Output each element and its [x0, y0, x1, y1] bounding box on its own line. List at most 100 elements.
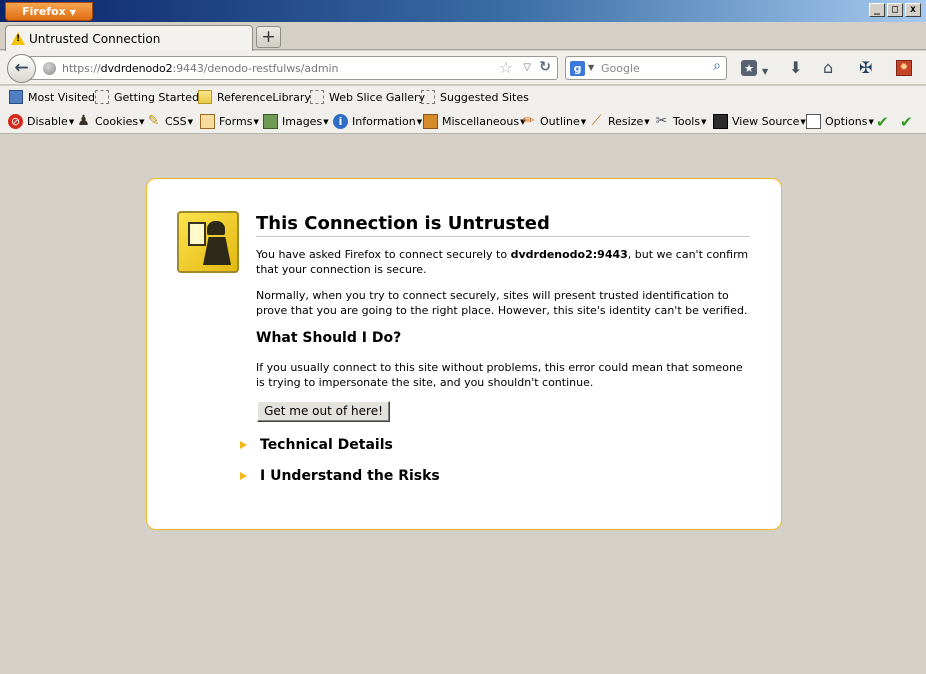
devtool-label: Disable [27, 115, 68, 128]
devtool-label: Cookies [95, 115, 139, 128]
tab-title: Untrusted Connection [29, 31, 161, 46]
devtool-forms[interactable]: Forms ▼ [200, 114, 259, 129]
id-card-shape [188, 222, 206, 246]
page-content: This Connection is Untrusted You have as… [0, 135, 926, 674]
chevron-down-icon: ▼ [139, 117, 145, 126]
view-source-icon [713, 114, 728, 129]
url-host: dvdrdenodo2 [100, 62, 173, 75]
officer-body-shape [203, 237, 231, 265]
devtool-tools[interactable]: ✂ Tools ▼ [654, 114, 707, 129]
devtool-label: Outline [540, 115, 580, 128]
get-me-out-button[interactable]: Get me out of here! [257, 401, 390, 422]
bookmark-icon [421, 90, 435, 104]
url-bar[interactable]: https://dvdrdenodo2:9443/denodo-restfulw… [30, 56, 558, 80]
tab-strip: Untrusted Connection + [0, 22, 926, 51]
firefox-menu-button[interactable]: Firefox ▼ [5, 2, 93, 21]
bookmark-label: Most Visited [28, 90, 95, 104]
devtool-view-source[interactable]: View Source ▼ [713, 114, 806, 129]
error-explanation: Normally, when you try to connect secure… [256, 289, 748, 317]
back-button[interactable]: ← [7, 54, 36, 83]
new-tab-button[interactable]: + [256, 26, 281, 48]
devtool-information[interactable]: i Information ▼ [333, 114, 422, 129]
error-description: You have asked Firefox to connect secure… [256, 247, 750, 277]
url-history-dropdown-icon[interactable]: ▽ [523, 62, 531, 73]
chevron-down-icon: ▼ [253, 117, 259, 126]
validation-check-icon[interactable]: ✔ [876, 113, 889, 131]
search-input[interactable]: Google [601, 62, 640, 75]
devtool-miscellaneous[interactable]: Miscellaneous ▼ [423, 114, 526, 129]
resize-icon: ⟋ [591, 113, 602, 129]
error-title: This Connection is Untrusted [256, 213, 750, 237]
bookmark-suggested-sites[interactable]: Suggested Sites [421, 90, 529, 104]
title-bar: Firefox ▼ _ □ x [0, 0, 926, 22]
options-icon [806, 114, 821, 129]
devtool-cookies[interactable]: ♟ Cookies ▼ [76, 114, 144, 129]
devtool-disable[interactable]: ⊘ Disable ▼ [8, 114, 74, 129]
devtool-css[interactable]: ✎ CSS ▼ [146, 114, 193, 129]
information-icon: i [333, 114, 348, 129]
devtool-label: Miscellaneous [442, 115, 520, 128]
close-button[interactable]: x [905, 3, 921, 17]
bookmark-label: Suggested Sites [440, 90, 529, 104]
disable-icon: ⊘ [8, 114, 23, 129]
devtool-resize[interactable]: ⟋ Resize ▼ [589, 114, 650, 129]
extension-icon[interactable]: ✠ [859, 59, 872, 77]
chevron-down-icon: ▼ [868, 117, 874, 126]
validation-check-icon[interactable]: ✔ [900, 113, 913, 131]
search-engine-dropdown-icon[interactable]: ▼ [588, 63, 594, 72]
search-bar[interactable]: g ▼ Google ⌕ [565, 56, 727, 80]
css-icon: ✎ [147, 113, 160, 129]
arrow-left-icon: ← [14, 58, 29, 78]
devtool-label: Forms [219, 115, 253, 128]
bookmark-reference-library[interactable]: ReferenceLibrary [198, 90, 311, 104]
google-icon[interactable]: g [570, 61, 585, 76]
expand-triangle-icon [240, 472, 247, 480]
maximize-button[interactable]: □ [887, 3, 903, 17]
bookmarks-menu-icon[interactable]: ★ [741, 60, 757, 76]
url-prefix: https:// [62, 62, 101, 75]
understand-risks-expander[interactable]: I Understand the Risks [240, 468, 440, 484]
chevron-down-icon[interactable]: ▼ [762, 63, 768, 81]
reload-icon[interactable]: ↻ [539, 59, 551, 75]
tab-untrusted-connection[interactable]: Untrusted Connection [5, 25, 253, 51]
outline-icon: ✏ [522, 113, 535, 129]
error-page-container: This Connection is Untrusted You have as… [146, 178, 782, 530]
bookmark-most-visited[interactable]: Most Visited [9, 90, 95, 104]
minimize-button[interactable]: _ [869, 3, 885, 17]
chevron-down-icon: ▼ [68, 117, 75, 126]
home-icon[interactable]: ⌂ [823, 59, 833, 77]
devtool-label: Options [825, 115, 868, 128]
url-text[interactable]: https://dvdrdenodo2:9443/denodo-restfulw… [62, 62, 338, 75]
folder-icon [198, 90, 212, 104]
tools-icon: ✂ [655, 113, 668, 129]
bookmark-star-icon[interactable]: ☆ [499, 58, 513, 77]
chevron-down-icon: ▼ [323, 117, 329, 126]
download-icon[interactable]: ⬇ [789, 59, 802, 77]
expander-label: I Understand the Risks [260, 468, 440, 484]
technical-details-expander[interactable]: Technical Details [240, 437, 393, 453]
devtool-options[interactable]: Options ▼ [806, 114, 874, 129]
what-should-i-do-heading: What Should I Do? [256, 330, 402, 346]
devtool-outline[interactable]: ✏ Outline ▼ [521, 113, 587, 129]
devtool-label: Images [282, 115, 323, 128]
bookmark-getting-started[interactable]: Getting Started [95, 90, 199, 104]
devtool-images[interactable]: Images ▼ [263, 114, 329, 129]
forms-icon [200, 114, 215, 129]
expand-triangle-icon [240, 441, 247, 449]
addon-icon[interactable]: ✹ [896, 60, 912, 76]
globe-icon[interactable] [43, 62, 56, 75]
search-icon[interactable]: ⌕ [713, 58, 721, 74]
devtool-label: Tools [673, 115, 701, 128]
chevron-down-icon: ▼ [580, 117, 587, 126]
bookmark-web-slice-gallery[interactable]: Web Slice Gallery [310, 90, 425, 104]
chevron-down-icon: ▼ [701, 117, 707, 126]
devtool-label: View Source [732, 115, 800, 128]
bookmark-label: ReferenceLibrary [217, 90, 311, 104]
url-path: :9443/denodo-restfulws/admin [172, 62, 339, 75]
officer-hat-shape [207, 221, 225, 235]
miscellaneous-icon [423, 114, 438, 129]
window-controls: _ □ x [869, 3, 921, 17]
certificate-officer-icon [177, 211, 239, 273]
error-host: dvdrdenodo2:9443 [510, 248, 628, 261]
bookmarks-bar: Most Visited Getting Started ReferenceLi… [0, 86, 926, 110]
